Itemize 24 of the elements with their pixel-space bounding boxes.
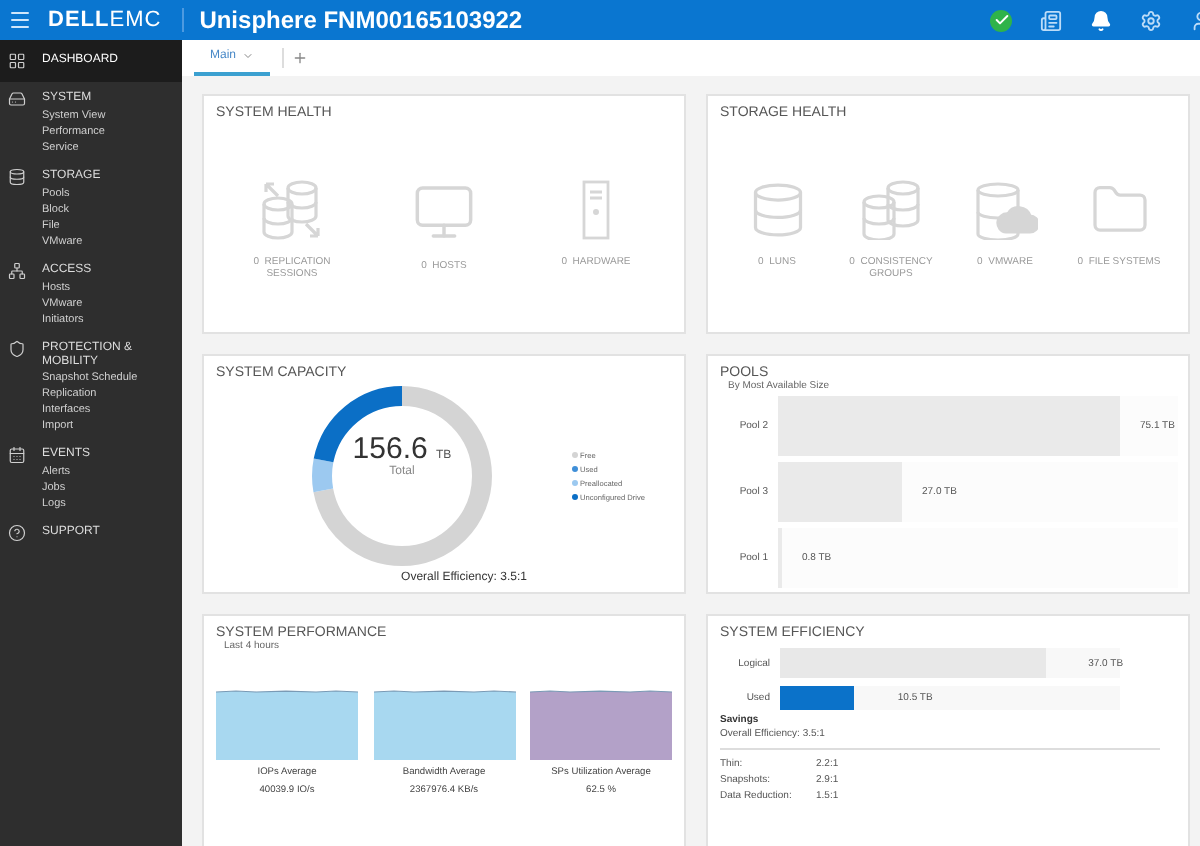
status-ok-icon[interactable] [990, 9, 1012, 31]
drive-icon [8, 90, 26, 108]
monitor-icon [412, 180, 476, 244]
menu-icon[interactable] [8, 8, 32, 32]
area-chart-drawing [216, 688, 358, 760]
calendar-icon [8, 446, 26, 464]
network-icon [8, 262, 26, 280]
logo: DELLEMC [48, 8, 184, 32]
app-title: Unisphere FNM00165103922 [199, 6, 523, 34]
replication-icon [260, 180, 324, 240]
caret-icon [242, 50, 255, 62]
help-icon [8, 524, 26, 542]
newspaper-icon[interactable] [1040, 9, 1062, 31]
shield-icon [8, 340, 26, 358]
database-icon [8, 168, 26, 186]
bell-icon[interactable] [1090, 9, 1112, 31]
grid-icon [8, 52, 26, 70]
databases-icon [859, 180, 923, 240]
tower-icon [582, 180, 610, 240]
database-cloud-icon [973, 180, 1037, 240]
area-chart-drawing [530, 688, 672, 760]
settings-icon[interactable] [1140, 9, 1162, 31]
area-chart-drawing [373, 688, 515, 760]
plus-icon [292, 50, 309, 66]
